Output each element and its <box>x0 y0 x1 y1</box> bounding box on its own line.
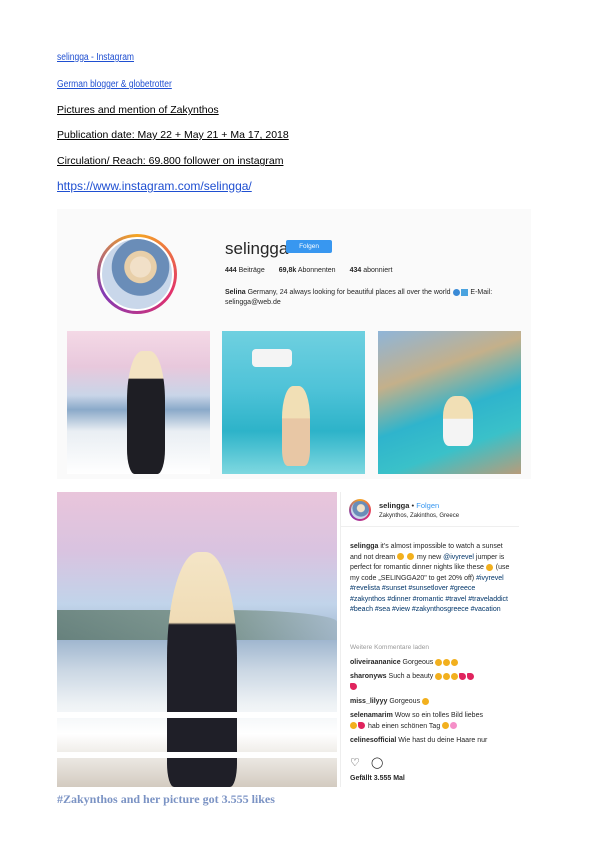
profile-avatar-image <box>100 237 174 311</box>
profile-username: selingga <box>225 239 289 258</box>
load-more-comments[interactable]: Weitere Kommentare laden <box>350 644 429 651</box>
comment-1: oliveiraananice Gorgeous <box>350 658 512 669</box>
instagram-profile-card: selingga Folgen 444 Beiträge 69,8k Abonn… <box>57 209 531 479</box>
post-follow-link[interactable]: Folgen <box>416 501 439 510</box>
post-avatar[interactable] <box>349 499 371 521</box>
post-actions: ♡ ◯ <box>350 756 383 769</box>
profile-url-link[interactable]: https://www.instagram.com/selingga/ <box>57 179 252 193</box>
comment-3: miss_lilyyy Gorgeous <box>350 697 512 708</box>
airplane-icon <box>461 288 469 296</box>
posts-stat[interactable]: 444 Beiträge <box>225 267 265 274</box>
grid-photo-cliff[interactable] <box>378 331 521 474</box>
comment-5: celinesofficial Wie hast du deine Haare … <box>350 737 488 744</box>
blogger-description-link[interactable]: German blogger & globetrotter <box>57 79 172 90</box>
comment-4: selenamarim Wow so ein tolles Bild liebe… <box>350 712 483 730</box>
footer-caption: #Zakynthos and her picture got 3.555 lik… <box>57 792 275 806</box>
post-username-link[interactable]: selingga <box>379 501 409 510</box>
grid-photo-sea[interactable] <box>222 331 365 474</box>
caption-mention[interactable]: @ivyrevel <box>443 554 474 561</box>
profile-bio: Selina Germany, 24 always looking for be… <box>225 288 493 306</box>
heart-icon <box>350 683 357 691</box>
like-heart-icon[interactable]: ♡ <box>350 757 360 769</box>
circulation-line: Circulation/ Reach: 69.800 follower on i… <box>57 155 284 167</box>
following-stat[interactable]: 434 abonniert <box>350 267 393 274</box>
follow-button[interactable]: Folgen <box>286 240 332 253</box>
comment-bubble-icon[interactable]: ◯ <box>371 757 383 769</box>
profile-avatar[interactable] <box>97 234 177 314</box>
followers-stat[interactable]: 69,8k Abonnenten <box>279 267 336 274</box>
moon-emoji-icon <box>485 563 493 571</box>
globe-icon <box>452 288 460 296</box>
grid-photo-sunset[interactable] <box>67 331 210 474</box>
pictures-mention-line: Pictures and mention of Zakynthos <box>57 104 219 116</box>
instagram-link[interactable]: selingga - Instagram <box>57 52 134 63</box>
dream-emoji-icon <box>397 553 405 561</box>
comment-2: sharonyws Such a beauty <box>350 672 512 693</box>
likes-count[interactable]: Gefällt 3.555 Mal <box>350 775 405 782</box>
profile-stats: 444 Beiträge 69,8k Abonnenten 434 abonni… <box>225 267 392 274</box>
post-header: selingga • Folgen Zakynthos, Zakinthos, … <box>341 492 519 527</box>
post-username: selingga • Folgen <box>379 501 440 510</box>
sunglasses-emoji-icon <box>407 553 415 561</box>
post-photo[interactable] <box>57 492 337 787</box>
publication-date-line: Publication date: May 22 + May 21 + Ma 1… <box>57 129 289 141</box>
post-location[interactable]: Zakynthos, Zakinthos, Greece <box>379 513 459 519</box>
post-caption: selingga it's almost impossible to watch… <box>350 543 510 613</box>
post-panel: selingga • Folgen Zakynthos, Zakinthos, … <box>340 492 519 787</box>
